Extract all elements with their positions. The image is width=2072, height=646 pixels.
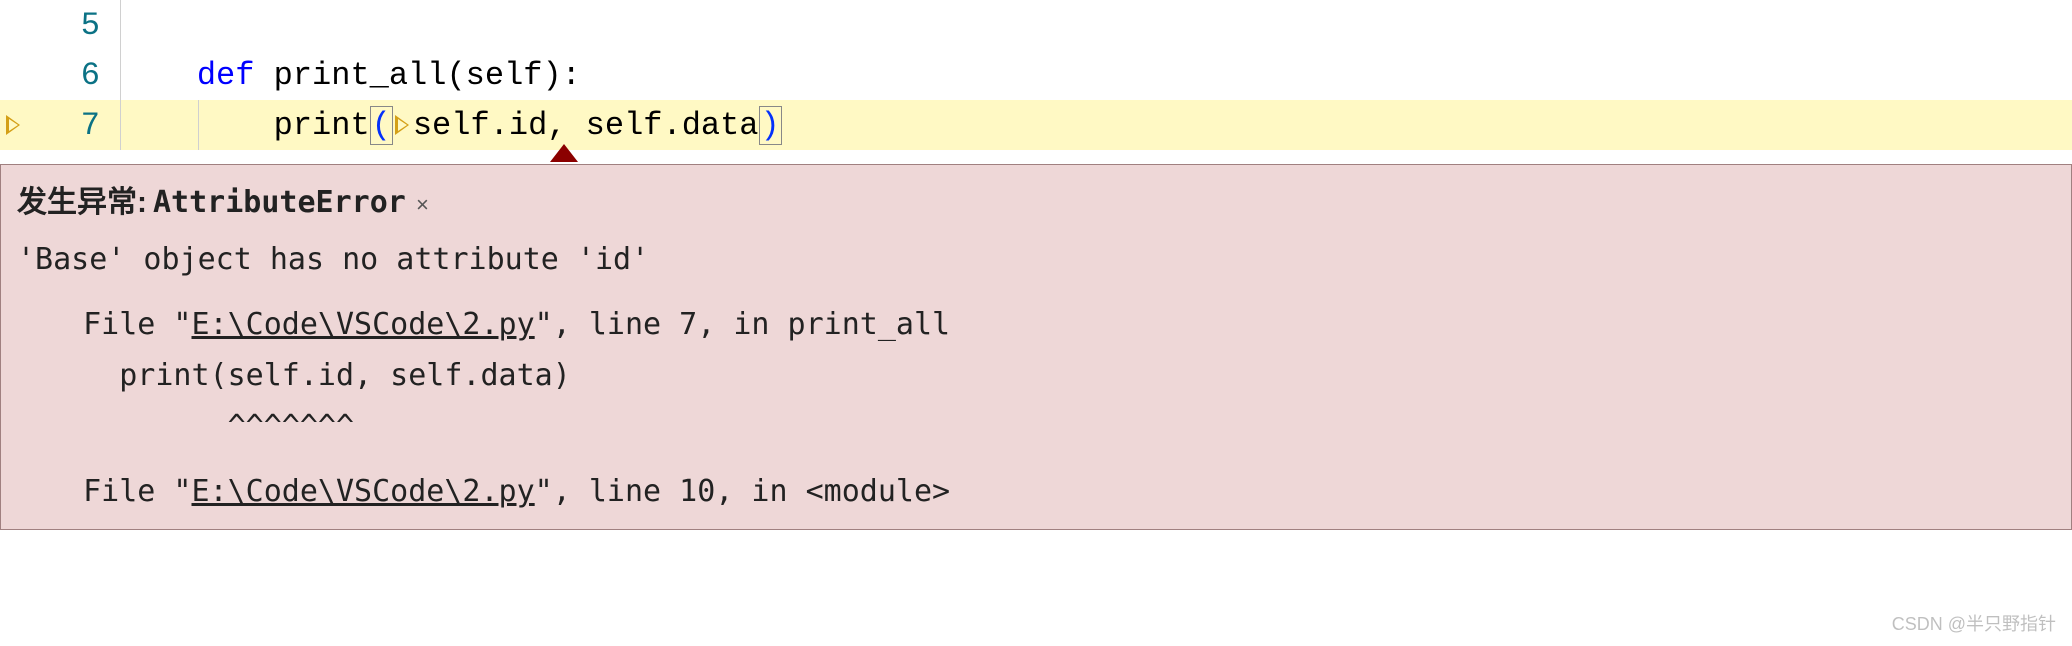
function-name: print_all [274, 57, 447, 94]
inline-run-icon[interactable] [395, 115, 409, 135]
traceback-file-link-1[interactable]: E:\Code\VSCode\2.py [192, 307, 535, 342]
exception-title-row: 发生异常: AttributeError × [17, 177, 2055, 228]
param-self: self [466, 57, 543, 94]
open-paren: ( [370, 106, 393, 145]
code-line-6[interactable]: 6 def print_all(self): [0, 50, 2072, 100]
attr-data: data [682, 107, 759, 144]
traceback-file-link-2[interactable]: E:\Code\VSCode\2.py [192, 474, 535, 509]
breakpoint-glyph[interactable] [0, 115, 30, 135]
colon: : [562, 57, 581, 94]
exception-message: 'Base' object has no attribute 'id' [17, 234, 2055, 285]
close-paren: ) [759, 106, 782, 145]
exception-panel: 发生异常: AttributeError × 'Base' object has… [0, 164, 2072, 530]
code-content[interactable]: print(self.id, self.data) [120, 100, 2072, 150]
watermark: CSDN @半只野指针 [1892, 610, 2056, 636]
keyword-def: def [197, 57, 255, 94]
arg-self-2: self [586, 107, 663, 144]
call-print: print [274, 107, 370, 144]
line-number: 7 [30, 107, 120, 144]
code-line-7-current[interactable]: 7 print(self.id, self.data) [0, 100, 2072, 150]
attr-id: id [509, 107, 547, 144]
traceback-line-1: File "E:\Code\VSCode\2.py", line 7, in p… [47, 299, 2055, 350]
code-editor[interactable]: 5 6 def print_all(self): 7 print(self.id… [0, 0, 2072, 150]
close-icon[interactable]: × [416, 188, 429, 225]
error-triangle-icon [550, 144, 578, 162]
traceback-line-2: File "E:\Code\VSCode\2.py", line 10, in … [47, 466, 2055, 517]
arg-self-1: self [413, 107, 490, 144]
exception-error-type: AttributeError [153, 177, 406, 228]
exception-title-prefix: 发生异常: [17, 177, 147, 228]
traceback-carets: ^^^^^^^ [47, 401, 2055, 452]
traceback-code-1: print(self.id, self.data) [47, 350, 2055, 401]
line-number: 5 [30, 7, 120, 44]
run-triangle-icon [6, 115, 20, 135]
code-line-5[interactable]: 5 [0, 0, 2072, 50]
line-number: 6 [30, 57, 120, 94]
code-content[interactable]: def print_all(self): [120, 50, 2072, 100]
code-content[interactable] [120, 0, 2072, 50]
